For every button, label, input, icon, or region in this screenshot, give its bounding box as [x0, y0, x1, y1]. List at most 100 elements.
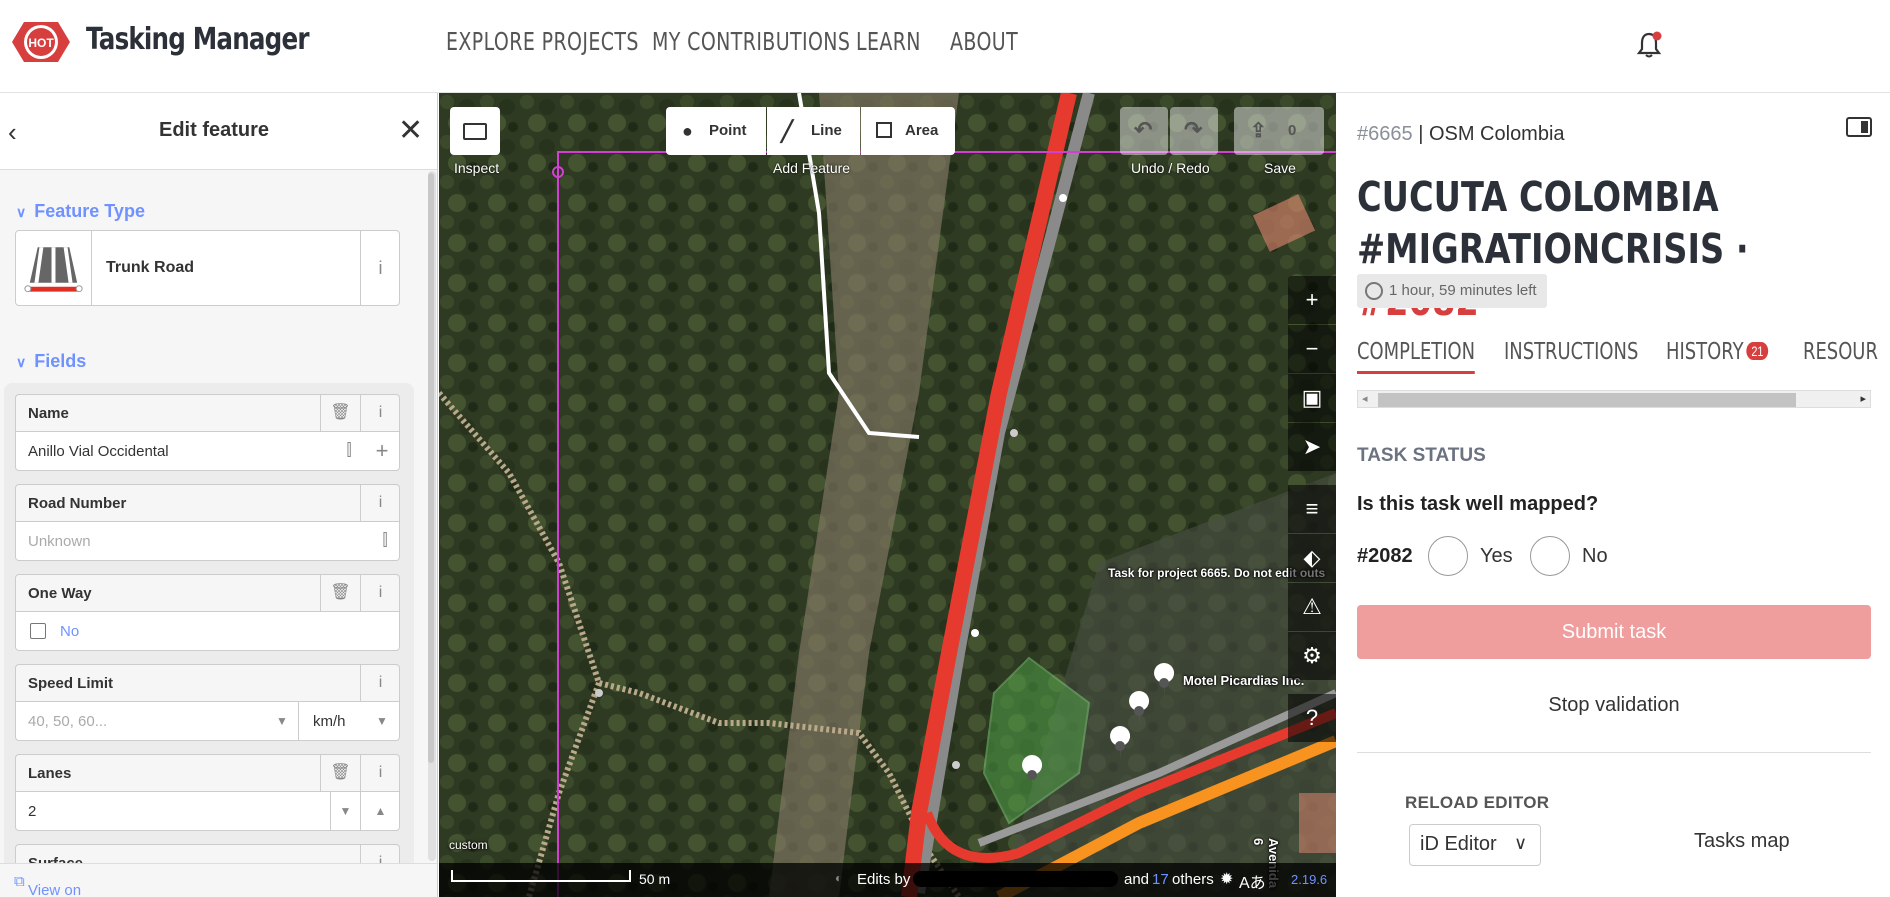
speed-unit-select[interactable]: km/h	[313, 713, 346, 730]
trash-icon[interactable]: 🗑	[320, 395, 360, 431]
decrement-icon[interactable]: ▼	[330, 792, 360, 830]
add-line-button[interactable]: ╱ Line	[767, 107, 860, 155]
one-way-check[interactable]: No	[15, 612, 400, 651]
info-icon[interactable]: i	[360, 755, 400, 791]
preferences-icon[interactable]: ⚙	[1288, 632, 1336, 680]
zoom-in-icon[interactable]: +	[1288, 276, 1336, 324]
editor-select[interactable]: iD Editor ∨	[1409, 824, 1541, 866]
nav-explore-projects[interactable]: EXPLORE PROJECTS	[446, 27, 639, 56]
fields-section-toggle[interactable]: ∨ Fields	[16, 351, 86, 372]
inspect-toggle-button[interactable]	[450, 107, 500, 155]
speed-limit-input[interactable]: 40, 50, 60... ▼ km/h ▼	[15, 702, 400, 741]
road-number-input[interactable]: Unknown ⫿	[15, 522, 400, 561]
map-editor[interactable]: Inspect ● Point ╱ Line Area Add Feature …	[439, 93, 1336, 897]
chevron-down-icon[interactable]: ▼	[370, 702, 394, 740]
one-way-value: No	[60, 623, 80, 640]
no-label: No	[1582, 545, 1608, 567]
increment-icon[interactable]: ▲	[360, 792, 400, 830]
line-label: Line	[811, 122, 842, 139]
scroll-left-icon[interactable]: ◂	[1362, 392, 1368, 405]
localize-icon[interactable]: ⫿	[334, 432, 364, 470]
translate-icon[interactable]: Aあ	[1239, 869, 1266, 893]
validation-question: Is this task well mapped?	[1357, 493, 1599, 515]
project-id-link[interactable]: #6665	[1357, 123, 1413, 145]
zoom-to-selection-icon[interactable]: ▣	[1288, 374, 1336, 422]
close-icon[interactable]: ✕	[398, 113, 423, 148]
bug-icon[interactable]: ✹	[1220, 869, 1233, 889]
title-line-1: CUCUTA COLOMBIA	[1357, 173, 1719, 221]
tabs-scrollbar-thumb[interactable]	[1378, 393, 1796, 407]
stop-validation-button[interactable]: Stop validation	[1357, 694, 1871, 717]
feature-type-selector[interactable]: Trunk Road i	[15, 230, 400, 306]
scroll-right-icon[interactable]: ▸	[1860, 392, 1866, 405]
localize-icon[interactable]: ⫿	[370, 522, 400, 560]
redacted-usernames	[913, 871, 1118, 887]
submit-task-button[interactable]: Submit task	[1357, 605, 1871, 659]
zoom-out-icon[interactable]: −	[1288, 325, 1336, 373]
issues-icon[interactable]: ⚠	[1288, 583, 1336, 631]
reload-editor-label: RELOAD EDITOR	[1405, 793, 1550, 812]
point-icon: ●	[682, 121, 693, 141]
layers-icon[interactable]: ≡	[1288, 485, 1336, 533]
editor-select-value: iD Editor	[1420, 833, 1497, 855]
trash-icon[interactable]: 🗑	[320, 575, 360, 611]
name-input[interactable]: Anillo Vial Occidental ⫿ +	[15, 432, 400, 471]
tab-resources[interactable]: RESOUR	[1803, 339, 1878, 365]
yes-radio[interactable]	[1428, 536, 1468, 576]
map-data-icon[interactable]: ⬖	[1288, 534, 1336, 582]
organisation-name: | OSM Colombia	[1418, 123, 1565, 145]
lanes-value: 2	[28, 803, 37, 820]
nav-my-contributions[interactable]: MY CONTRIBUTIONS	[652, 27, 850, 56]
view-on-osm-link[interactable]: ⧉ View on openstreetmap.org	[14, 873, 81, 897]
field-label: Name	[28, 405, 69, 422]
add-icon[interactable]: +	[364, 432, 400, 470]
trash-icon[interactable]: 🗑	[320, 755, 360, 791]
nav-about[interactable]: ABOUT	[950, 27, 1018, 56]
redo-button[interactable]: ↷	[1170, 107, 1218, 155]
no-radio[interactable]	[1530, 536, 1570, 576]
logo-text: HOT	[28, 36, 54, 50]
info-icon[interactable]: i	[360, 485, 400, 521]
info-icon[interactable]: i	[360, 575, 400, 611]
project-header: #6665 | OSM Colombia	[1357, 123, 1565, 146]
feature-type-section-toggle[interactable]: ∨ Feature Type	[16, 201, 145, 222]
edit-feature-panel: ‹ Edit feature ✕ ∨ Feature Type Trunk Roa…	[0, 93, 438, 897]
info-icon[interactable]: i	[360, 665, 400, 701]
add-area-button[interactable]: Area	[861, 107, 955, 155]
version-link[interactable]: 2.19.6	[1291, 872, 1327, 887]
one-way-checkbox[interactable]	[30, 623, 46, 639]
bell-icon[interactable]	[1634, 30, 1664, 60]
nav-learn[interactable]: LEARN	[856, 27, 921, 56]
tabs-scrollbar[interactable]: ◂ ▸	[1357, 390, 1871, 408]
info-icon[interactable]: i	[360, 395, 400, 431]
tab-completion[interactable]: COMPLETION	[1357, 339, 1476, 374]
info-icon[interactable]: i	[360, 231, 400, 305]
add-feature-label: Add Feature	[773, 160, 851, 176]
lanes-field-header: Lanes 🗑 i	[15, 754, 400, 792]
task-panel: #6665 | OSM Colombia CUCUTA COLOMBIA #MI…	[1337, 93, 1890, 897]
one-way-field-header: One Way 🗑 i	[15, 574, 400, 612]
tasks-map-button[interactable]: Tasks map	[1694, 830, 1790, 853]
panel-footer: ⧉ View on openstreetmap.org	[0, 863, 437, 897]
undo-button[interactable]: ↶	[1120, 107, 1168, 155]
sidebar-icon	[463, 123, 487, 140]
help-icon[interactable]: ?	[1288, 694, 1336, 742]
clock-icon	[1365, 282, 1383, 300]
brand-name[interactable]: Tasking Manager	[86, 22, 309, 57]
geolocate-icon[interactable]: ➤	[1288, 423, 1336, 471]
save-label: Save	[1264, 160, 1296, 176]
satellite-imagery[interactable]	[439, 93, 1336, 897]
tab-history[interactable]: HISTORY 21	[1666, 339, 1769, 365]
chevron-down-icon[interactable]: ▼	[270, 702, 294, 740]
panel-toggle-icon[interactable]	[1846, 117, 1872, 137]
poi-label: Motel Picardias Inc.	[1183, 673, 1305, 688]
chevron-down-icon: ∨	[1514, 833, 1528, 853]
lanes-input[interactable]: 2 ▼ ▲	[15, 792, 400, 831]
save-button[interactable]: ⇪ 0	[1234, 107, 1324, 155]
chevron-down-icon: ∨	[16, 204, 27, 220]
add-point-button[interactable]: ● Point	[666, 107, 766, 155]
hot-logo-icon[interactable]: HOT	[8, 14, 74, 70]
others-count-link[interactable]: 17	[1152, 871, 1169, 888]
tab-instructions[interactable]: INSTRUCTIONS	[1504, 339, 1638, 365]
panel-scrollbar-thumb[interactable]	[428, 173, 434, 763]
